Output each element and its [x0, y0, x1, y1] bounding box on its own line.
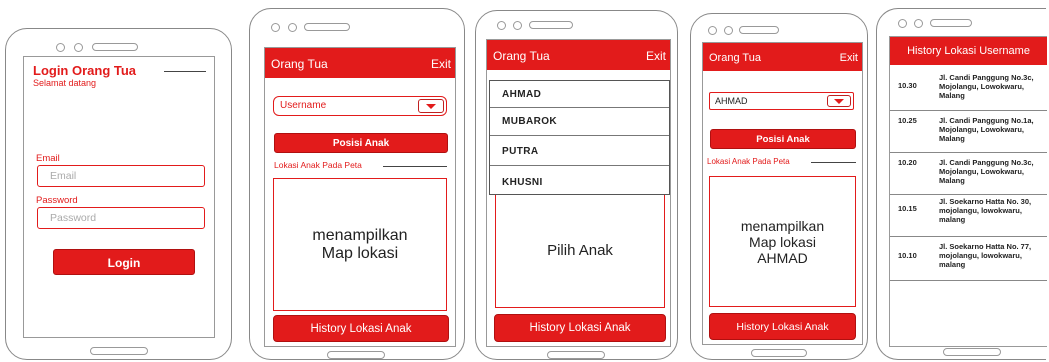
- history-row[interactable]: 10.25 Jl. Candi Panggung No.1a, Mojolang…: [890, 113, 1047, 153]
- header-title: Orang Tua: [709, 52, 761, 64]
- exit-button[interactable]: Exit: [646, 49, 666, 63]
- child-dropdown-menu: AHMAD MUBAROK PUTRA KHUSNI: [489, 80, 670, 195]
- header-title: History Lokasi Username: [907, 45, 1030, 57]
- menu-item-ahmad[interactable]: AHMAD: [490, 81, 669, 108]
- phone-ahmad: Orang Tua Exit AHMAD Posisi Anak Lokasi …: [690, 13, 868, 360]
- home-button[interactable]: [751, 349, 807, 357]
- camera-icon: [288, 23, 297, 32]
- speaker-icon: [930, 19, 972, 27]
- section-label: Lokasi Anak Pada Peta: [274, 160, 362, 170]
- history-time: 10.25: [898, 116, 917, 125]
- history-address: Jl. Soekarno Hatta No. 77, mojolangu, lo…: [939, 242, 1032, 269]
- home-button[interactable]: [943, 348, 1001, 356]
- history-time: 10.10: [898, 251, 917, 260]
- history-address: Jl. Candi Panggung No.3c, Mojolangu, Low…: [939, 158, 1034, 185]
- history-row[interactable]: 10.10 Jl. Soekarno Hatta No. 77, mojolan…: [890, 239, 1047, 281]
- history-lokasi-button[interactable]: History Lokasi Anak: [494, 314, 666, 342]
- posisi-anak-button[interactable]: Posisi Anak: [274, 133, 448, 153]
- phone-login: Login Orang Tua Selamat datang Email Ema…: [5, 28, 232, 360]
- phone-history: History Lokasi Username 10.30 Jl. Candi …: [876, 8, 1047, 360]
- exit-button[interactable]: Exit: [431, 57, 451, 71]
- camera-icon: [56, 43, 65, 52]
- map-text-line-2: Map lokasi: [321, 244, 399, 262]
- speaker-icon: [92, 43, 138, 51]
- email-placeholder: Email: [50, 170, 77, 182]
- password-label: Password: [36, 195, 78, 206]
- login-subtitle: Selamat datang: [33, 78, 97, 88]
- camera-icon: [74, 43, 83, 52]
- screen-orang-tua: Orang Tua Exit Username Posisi Anak Loka…: [264, 47, 456, 347]
- app-header: History Lokasi Username: [890, 37, 1047, 65]
- screen-pilih-anak: Orang Tua Exit Pilih Anak AHMAD MUBAROK …: [486, 39, 671, 347]
- history-address: Jl. Soekarno Hatta No. 30, mojolangu, lo…: [939, 197, 1032, 224]
- home-button[interactable]: [327, 351, 385, 359]
- map-area[interactable]: menampilkan Map lokasi AHMAD: [709, 176, 856, 307]
- menu-item-mubarok[interactable]: MUBAROK: [490, 108, 669, 136]
- camera-icon: [513, 21, 522, 30]
- menu-item-putra[interactable]: PUTRA: [490, 136, 669, 166]
- section-label: Lokasi Anak Pada Peta: [707, 157, 790, 166]
- home-button[interactable]: [547, 351, 605, 359]
- camera-icon: [914, 19, 923, 28]
- posisi-anak-button[interactable]: Posisi Anak: [710, 129, 856, 149]
- screen-history: History Lokasi Username 10.30 Jl. Candi …: [889, 36, 1047, 347]
- header-title: Orang Tua: [271, 57, 328, 71]
- select-value: Username: [280, 100, 327, 111]
- username-select[interactable]: Username: [273, 96, 447, 116]
- history-row[interactable]: 10.15 Jl. Soekarno Hatta No. 30, mojolan…: [890, 197, 1047, 237]
- password-placeholder: Password: [50, 212, 97, 224]
- chevron-down-icon[interactable]: [827, 95, 851, 107]
- camera-icon: [497, 21, 506, 30]
- map-text-line-2: Map lokasi: [749, 233, 816, 250]
- speaker-icon: [304, 23, 350, 31]
- map-text: Pilih Anak: [547, 241, 613, 259]
- app-header: Orang Tua Exit: [265, 48, 455, 78]
- history-time: 10.20: [898, 158, 917, 167]
- camera-icon: [708, 26, 717, 35]
- map-text-line-1: menampilkan: [312, 226, 408, 244]
- camera-icon: [898, 19, 907, 28]
- map-text-line-1: menampilkan: [740, 217, 825, 234]
- camera-icon: [271, 23, 280, 32]
- section-divider: [383, 166, 447, 167]
- history-address: Jl. Candi Panggung No.3c, Mojolangu, Low…: [939, 73, 1034, 100]
- map-area[interactable]: Pilih Anak: [495, 192, 665, 308]
- phone-pilih-anak: Orang Tua Exit Pilih Anak AHMAD MUBAROK …: [475, 10, 678, 360]
- username-select[interactable]: AHMAD: [709, 92, 854, 110]
- header-title: Orang Tua: [493, 49, 550, 63]
- history-row[interactable]: 10.30 Jl. Candi Panggung No.3c, Mojolang…: [890, 71, 1047, 111]
- phone-orang-tua: Orang Tua Exit Username Posisi Anak Loka…: [249, 8, 465, 360]
- title-divider: [164, 71, 206, 72]
- history-address: Jl. Candi Panggung No.1a, Mojolangu, Low…: [939, 116, 1034, 143]
- history-lokasi-button[interactable]: History Lokasi Anak: [273, 315, 449, 342]
- history-time: 10.30: [898, 81, 917, 90]
- exit-button[interactable]: Exit: [840, 52, 858, 64]
- history-lokasi-button[interactable]: History Lokasi Anak: [709, 313, 856, 340]
- chevron-down-icon[interactable]: [418, 99, 444, 113]
- speaker-icon: [529, 21, 573, 29]
- select-value: AHMAD: [715, 96, 748, 106]
- section-divider: [811, 162, 856, 163]
- screen-ahmad: Orang Tua Exit AHMAD Posisi Anak Lokasi …: [702, 42, 863, 345]
- app-header: Orang Tua Exit: [703, 43, 862, 71]
- email-field[interactable]: Email: [37, 165, 205, 187]
- app-header: Orang Tua Exit: [487, 40, 670, 70]
- login-title: Login Orang Tua: [33, 63, 137, 78]
- history-time: 10.15: [898, 204, 917, 213]
- menu-item-khusni[interactable]: KHUSNI: [490, 166, 669, 194]
- map-area[interactable]: menampilkan Map lokasi: [273, 178, 447, 311]
- map-text-line-3: AHMAD: [757, 249, 808, 266]
- history-row[interactable]: 10.20 Jl. Candi Panggung No.3c, Mojolang…: [890, 155, 1047, 195]
- login-button[interactable]: Login: [53, 249, 195, 275]
- password-field[interactable]: Password: [37, 207, 205, 229]
- screen-login: Login Orang Tua Selamat datang Email Ema…: [23, 56, 215, 338]
- speaker-icon: [739, 26, 779, 34]
- camera-icon: [724, 26, 733, 35]
- email-label: Email: [36, 153, 60, 164]
- home-button[interactable]: [90, 347, 148, 355]
